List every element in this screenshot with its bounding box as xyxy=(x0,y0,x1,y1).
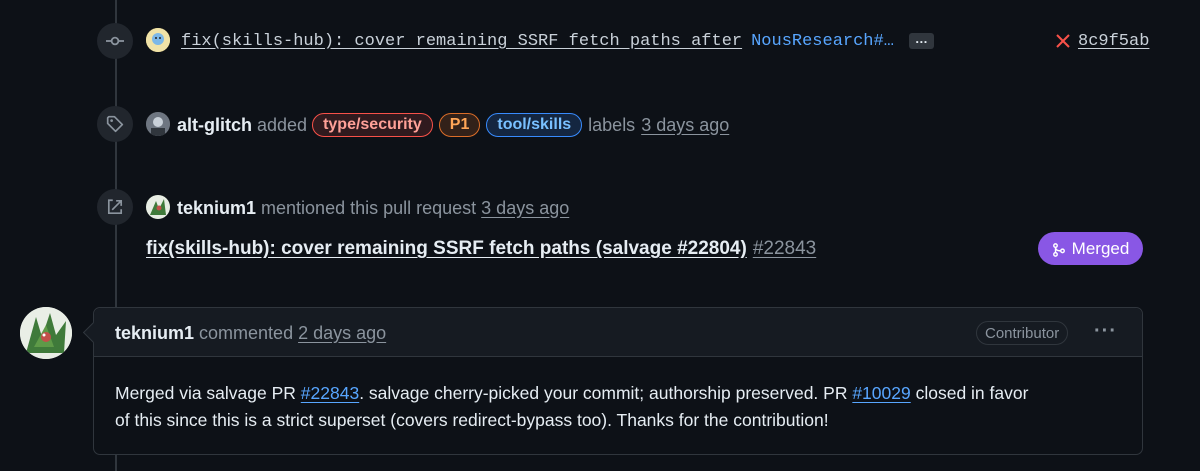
comment-body-text-2: . salvage cherry-picked your commit; aut… xyxy=(359,383,853,403)
contributor-badge: Contributor xyxy=(976,321,1069,345)
merged-status-label: Merged xyxy=(1071,238,1130,258)
labels-event-time-link[interactable]: 3 days ago xyxy=(641,115,729,136)
comment-time-link[interactable]: 2 days ago xyxy=(298,323,386,344)
referenced-pr-title-link[interactable]: fix(skills-hub): cover remaining SSRF fe… xyxy=(146,238,747,260)
git-merge-icon xyxy=(1052,242,1066,257)
merged-status-badge: Merged xyxy=(1038,232,1143,265)
teknium1-avatar-small[interactable] xyxy=(146,195,170,219)
comment-author-avatar[interactable] xyxy=(20,307,72,359)
referenced-pr-number-link[interactable]: #22843 xyxy=(753,238,816,260)
comment-box: teknium1 commented 2 days ago Contributo… xyxy=(82,307,1143,455)
alt-glitch-avatar[interactable] xyxy=(146,112,170,136)
commit-message-link[interactable]: fix(skills-hub): cover remaining SSRF fe… xyxy=(181,32,742,51)
expand-commit-button[interactable]: … xyxy=(908,32,934,49)
label-tool-skills[interactable]: tool/skills xyxy=(486,113,583,137)
tag-icon xyxy=(97,106,133,142)
labels-event-author-link[interactable]: alt-glitch xyxy=(177,115,252,136)
comment-header: teknium1 commented 2 days ago Contributo… xyxy=(94,308,1142,357)
mention-text: mentioned this pull request xyxy=(261,197,477,218)
commit-author-avatar[interactable] xyxy=(146,28,170,52)
comment-options-button[interactable]: ··· xyxy=(1094,318,1117,344)
comment-pr-link-10029[interactable]: #10029 xyxy=(852,383,910,403)
commit-status: 8c9f5ab xyxy=(1055,30,1149,52)
commit-sha-link[interactable]: 8c9f5ab xyxy=(1078,32,1149,51)
comment-body: Merged via salvage PR #22843. salvage ch… xyxy=(115,380,1125,434)
labels-event: alt-glitch added type/security P1 tool/s… xyxy=(177,112,729,138)
comment-verb: commented xyxy=(199,322,294,343)
mention-event: teknium1 mentioned this pull request 3 d… xyxy=(177,195,569,221)
labels-event-suffix: labels xyxy=(588,114,636,135)
label-type-security[interactable]: type/security xyxy=(312,113,433,137)
mention-author-link[interactable]: teknium1 xyxy=(177,198,256,219)
commit-row: fix(skills-hub): cover remaining SSRF fe… xyxy=(181,30,934,52)
mention-time-link[interactable]: 3 days ago xyxy=(481,198,569,219)
comment-body-line-1: Merged via salvage PR #22843. salvage ch… xyxy=(115,380,1125,407)
referenced-pr: fix(skills-hub): cover remaining SSRF fe… xyxy=(146,235,816,263)
label-p1[interactable]: P1 xyxy=(438,113,481,137)
x-icon[interactable] xyxy=(1055,33,1071,49)
cross-reference-icon xyxy=(97,189,133,225)
labels-event-verb: added xyxy=(257,114,308,135)
comment-pr-link-22843[interactable]: #22843 xyxy=(301,383,359,403)
comment-body-text-3: closed in favor xyxy=(910,383,1029,403)
comment-header-meta: teknium1 commented 2 days ago xyxy=(115,320,386,346)
comment-body-text-1: Merged via salvage PR xyxy=(115,383,301,403)
comment-body-line-2: of this since this is a strict superset … xyxy=(115,410,829,430)
git-commit-icon xyxy=(97,23,133,59)
commit-ref-link[interactable]: NousResearch#… xyxy=(751,32,894,51)
comment-author-link[interactable]: teknium1 xyxy=(115,323,194,344)
